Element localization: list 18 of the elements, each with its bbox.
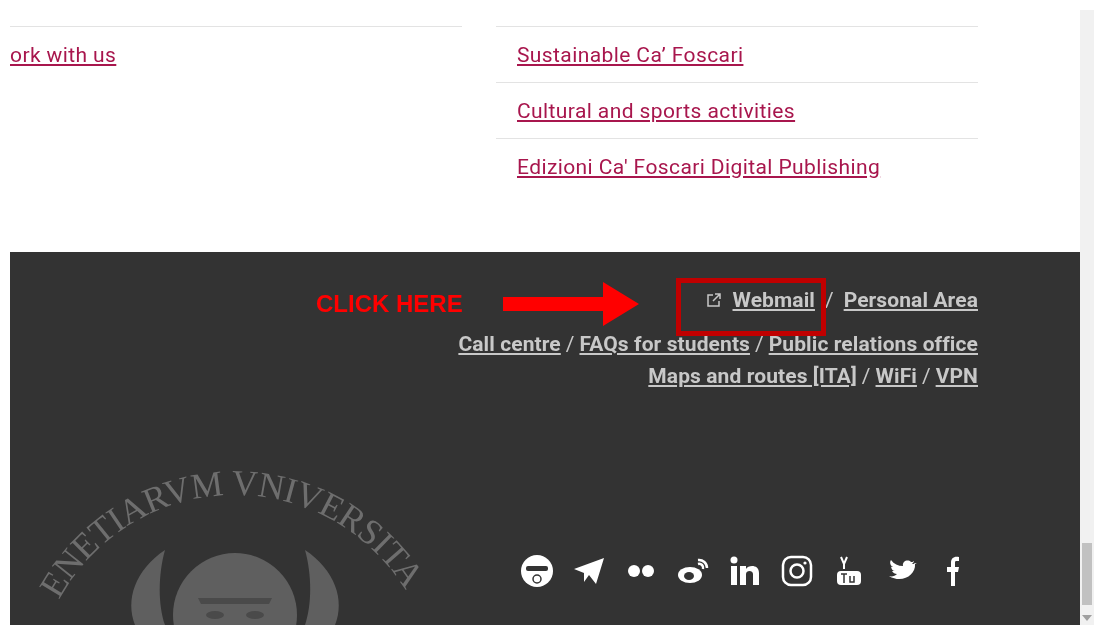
footer-link[interactable]: Edizioni Ca' Foscari Digital Publishing: [517, 154, 881, 179]
footer-link[interactable]: Sustainable Ca’ Foscari: [517, 42, 744, 67]
footer-link[interactable]: Call centre: [458, 332, 561, 356]
footer-link[interactable]: WiFi: [875, 364, 917, 388]
separator: /: [861, 364, 871, 388]
footer-link[interactable]: Maps and routes [ITA]: [648, 364, 857, 388]
separator: /: [565, 332, 575, 356]
footer-link[interactable]: Personal Area: [843, 288, 978, 312]
click-here-annotation: CLICK HERE: [316, 290, 463, 318]
footer-link[interactable]: Public relations office: [768, 332, 978, 356]
footer-link[interactable]: VPN: [935, 364, 978, 388]
footer-link[interactable]: Webmail: [732, 288, 815, 312]
separator: /: [921, 364, 931, 388]
footer-link[interactable]: ork with us: [10, 42, 117, 67]
footer-link[interactable]: FAQs for students: [579, 332, 750, 356]
footer-link[interactable]: Cultural and sports activities: [517, 98, 796, 123]
separator: /: [824, 288, 834, 312]
separator: /: [755, 332, 764, 356]
